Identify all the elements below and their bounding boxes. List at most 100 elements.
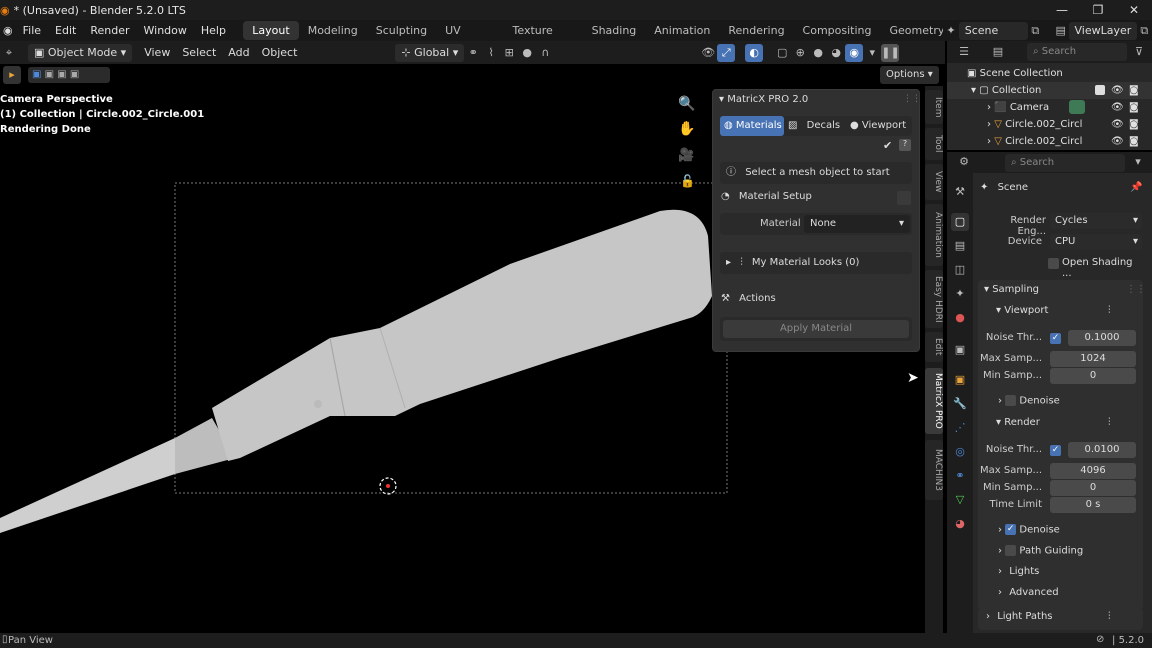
collection-tab-icon[interactable]: ▣	[951, 341, 969, 359]
sampling-header[interactable]: ▾ Sampling ⋮⋮	[980, 284, 1146, 304]
outliner-row-mesh[interactable]: › ▽ Circle.002_Circl 👁 ◙	[947, 116, 1152, 133]
vp-noise-checkbox[interactable]: ✓	[1050, 333, 1061, 344]
render-visibility-icon[interactable]: ◙	[1129, 133, 1139, 150]
presets-icon[interactable]: ⫶	[1108, 611, 1111, 622]
menu-select[interactable]: Select	[176, 44, 222, 62]
scene-icon[interactable]: ✦	[943, 22, 958, 40]
sidebar-tab-animation[interactable]: Animation	[925, 204, 943, 266]
render-visibility-icon[interactable]: ◙	[1129, 116, 1139, 133]
select-tool-icon[interactable]: ▸	[3, 66, 21, 84]
menu-view[interactable]: View	[138, 44, 176, 62]
time-limit-field[interactable]: 0 s	[1050, 497, 1136, 513]
r-denoise-checkbox[interactable]: ✓	[1005, 524, 1017, 535]
filter-icon[interactable]: ⊽	[1130, 43, 1148, 61]
snap-icon[interactable]: ⌇	[482, 44, 500, 62]
tab-viewport[interactable]: ● Viewport	[850, 116, 912, 136]
render-visibility-icon[interactable]: ◙	[1129, 99, 1139, 116]
outliner-row-collection[interactable]: ▾ ▢ Collection 👁 ◙	[947, 82, 1152, 99]
sidebar-tab-tool[interactable]: Tool	[925, 128, 943, 160]
lights-row[interactable]: › Lights	[980, 566, 1143, 586]
render-engine-dropdown[interactable]: Cycles ▾	[1050, 213, 1142, 229]
exclude-checkbox[interactable]	[1095, 85, 1105, 95]
matricx-header[interactable]: ▾ MatricX PRO 2.0	[719, 94, 808, 105]
falloff-icon[interactable]: ∩	[536, 44, 554, 62]
tool-tab-icon[interactable]: ⚒	[951, 183, 969, 201]
outliner-search[interactable]: ⌕ Search	[1027, 43, 1127, 61]
sidebar-tab-view[interactable]: View	[925, 164, 943, 200]
new-viewlayer-icon[interactable]: ⧉	[1137, 22, 1152, 40]
menu-file[interactable]: File	[16, 24, 48, 37]
xray-icon[interactable]: ▢	[773, 44, 791, 62]
sidebar-tab-easy-hdri[interactable]: Easy HDRI	[925, 270, 943, 328]
scene-field[interactable]: Scene	[958, 21, 1028, 40]
view-layer-tab-icon[interactable]: ◫	[951, 261, 969, 279]
eye-icon[interactable]: 👁	[1111, 99, 1124, 116]
viewport-subheader[interactable]: ▾ Viewport ⫶	[980, 305, 1143, 325]
mode-dropdown[interactable]: ▣ Object Mode ▾	[28, 43, 133, 62]
data-tab-icon[interactable]: ▽	[951, 491, 969, 509]
particles-tab-icon[interactable]: ⋰	[951, 419, 969, 437]
tab-decals[interactable]: ▨ Decals	[788, 116, 844, 136]
sidebar-tab-machin3[interactable]: MACHIN3	[925, 440, 943, 500]
r-denoise-row[interactable]: › ✓ Denoise	[980, 524, 1143, 544]
vp-denoise-row[interactable]: › Denoise	[980, 395, 1143, 415]
tab-texture-paint[interactable]: Texture Paint	[504, 21, 583, 56]
overlay-icon[interactable]: ◐	[745, 43, 764, 62]
path-guiding-row[interactable]: › Path Guiding	[980, 545, 1143, 565]
orientation-dropdown[interactable]: ⊹ Global ▾	[395, 43, 465, 62]
maximize-icon[interactable]: ❐	[1080, 0, 1116, 20]
snap-target-icon[interactable]: ⊞	[500, 44, 518, 62]
zoom-icon[interactable]: 🔍	[678, 96, 695, 112]
menu-object[interactable]: Object	[256, 44, 304, 62]
vp-denoise-checkbox[interactable]	[1005, 395, 1017, 406]
menu-window[interactable]: Window	[137, 24, 194, 37]
tab-layout[interactable]: Layout	[243, 21, 299, 40]
properties-search[interactable]: ⌕ Search	[1005, 154, 1125, 172]
menu-render[interactable]: Render	[83, 24, 136, 37]
render-visibility-icon[interactable]: ◙	[1129, 82, 1139, 99]
options-dropdown[interactable]: Options ▾	[880, 66, 939, 84]
minimize-icon[interactable]: —	[1044, 0, 1080, 20]
tab-sculpting[interactable]: Sculpting	[367, 21, 436, 40]
select-new-icon[interactable]: ▣	[32, 69, 41, 80]
render-subheader[interactable]: ▾ Render ⫶	[980, 417, 1143, 437]
checkmark-icon[interactable]: ✔	[883, 139, 892, 152]
new-scene-icon[interactable]: ⧉	[1028, 22, 1043, 40]
properties-options-icon[interactable]: ▾	[1129, 153, 1147, 171]
sidebar-tab-item[interactable]: Item	[925, 90, 943, 124]
presets-icon[interactable]: ⫶	[1108, 305, 1111, 316]
tab-shading[interactable]: Shading	[583, 21, 646, 40]
menu-edit[interactable]: Edit	[48, 24, 83, 37]
eye-icon[interactable]: 👁	[1111, 116, 1124, 133]
shading-options-icon[interactable]: ▾	[863, 44, 881, 62]
gizmo-icon[interactable]: ⤢	[717, 43, 736, 62]
vp-min-field[interactable]: 0	[1050, 368, 1136, 384]
tab-compositing[interactable]: Compositing	[794, 21, 881, 40]
solid-shading-icon[interactable]: ●	[809, 44, 827, 62]
r-min-field[interactable]: 0	[1050, 480, 1136, 496]
menu-help[interactable]: Help	[194, 24, 233, 37]
tab-uv-editing[interactable]: UV Editing	[436, 21, 503, 56]
viewlayer-icon[interactable]: ▤	[1053, 22, 1068, 40]
tab-materials[interactable]: ◍ Materials	[720, 116, 784, 136]
help-icon[interactable]: ?	[899, 139, 911, 151]
vp-max-field[interactable]: 1024	[1050, 351, 1136, 367]
device-dropdown[interactable]: CPU ▾	[1050, 234, 1142, 250]
open-shading-checkbox[interactable]	[1048, 258, 1059, 269]
rendered-shading-icon[interactable]: ◉	[845, 43, 864, 62]
material-dropdown[interactable]: None ▾	[804, 215, 910, 233]
viewlayer-field[interactable]: ViewLayer	[1068, 21, 1137, 40]
pan-icon[interactable]: ✋	[678, 121, 695, 137]
select-mode-group[interactable]: ▣ ▣ ▣ ▣	[28, 67, 110, 83]
presets-icon[interactable]: ⫶	[1108, 417, 1111, 428]
material-looks-row[interactable]: ▸ ⫶ My Material Looks (0)	[720, 252, 912, 274]
material-setup-button[interactable]	[897, 191, 911, 205]
properties-editor-icon[interactable]: ⚙	[955, 153, 973, 171]
modifier-tab-icon[interactable]: 🔧	[951, 395, 969, 413]
path-guiding-checkbox[interactable]	[1005, 545, 1017, 556]
r-noise-field[interactable]: 0.0100	[1068, 442, 1136, 458]
advanced-row[interactable]: › Advanced	[980, 587, 1143, 607]
constraints-tab-icon[interactable]: ⚭	[951, 467, 969, 485]
proportional-icon[interactable]: ●	[518, 44, 536, 62]
tab-rendering[interactable]: Rendering	[719, 21, 793, 40]
